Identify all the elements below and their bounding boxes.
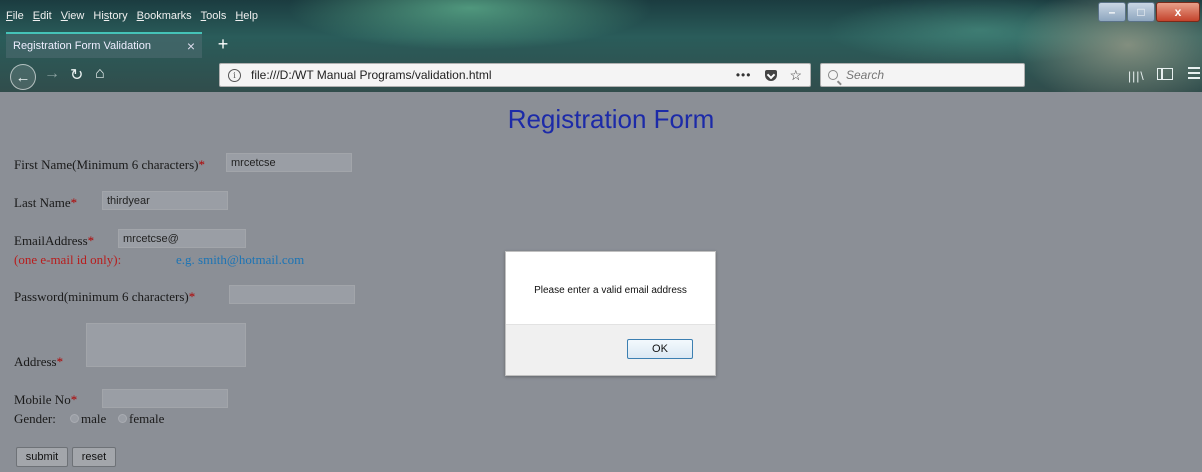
home-button[interactable]: ⌂ <box>95 65 105 83</box>
gender-male-label: male <box>81 411 107 426</box>
reset-button[interactable]: reset <box>72 447 116 467</box>
url-bar[interactable]: i file:///D:/WT Manual Programs/validati… <box>219 63 811 87</box>
email-hint-label: (one e-mail id only): <box>14 252 122 267</box>
email-input[interactable] <box>118 229 246 248</box>
page-actions-icon[interactable]: ••• <box>736 68 752 82</box>
url-actions: ••• ☆ <box>736 67 802 84</box>
browser-chrome: File Edit View History Bookmarks Tools H… <box>0 0 1202 92</box>
sidebar-icon[interactable] <box>1157 68 1173 80</box>
search-icon <box>828 70 838 80</box>
gender-label: Gender: <box>14 411 56 426</box>
menu-history[interactable]: History <box>93 10 127 22</box>
mobile-label: Mobile No* <box>14 392 78 407</box>
tab-strip: Registration Form Validation × + <box>0 32 1202 58</box>
gender-male-radio[interactable] <box>70 414 79 423</box>
page-title: Registration Form <box>507 104 715 134</box>
ok-button[interactable]: OK <box>627 339 693 359</box>
tab-close-icon[interactable]: × <box>180 38 202 54</box>
menu-tools[interactable]: Tools <box>201 10 227 22</box>
menu-bookmarks[interactable]: Bookmarks <box>137 10 192 22</box>
reload-button[interactable]: ↻ <box>70 65 83 85</box>
address-label: Address* <box>14 354 64 369</box>
alert-footer: OK <box>506 324 715 375</box>
menu-file[interactable]: File <box>6 10 24 22</box>
alert-message: Please enter a valid email address <box>534 285 687 296</box>
forward-button[interactable]: → <box>44 65 60 83</box>
new-tab-button[interactable]: + <box>212 34 234 55</box>
url-text[interactable]: file:///D:/WT Manual Programs/validation… <box>251 68 736 82</box>
tab-title: Registration Form Validation <box>13 40 151 52</box>
info-icon[interactable]: i <box>228 68 241 82</box>
gender-female-label: female <box>129 411 165 426</box>
email-example-text: e.g. smith@hotmail.com <box>176 252 305 267</box>
last-name-label: Last Name* <box>14 195 78 210</box>
password-input[interactable] <box>229 285 355 304</box>
pocket-icon[interactable] <box>765 69 778 81</box>
tab-registration-form[interactable]: Registration Form Validation × <box>6 32 202 58</box>
first-name-label: First Name(Minimum 6 characters)* <box>14 157 205 172</box>
first-name-input[interactable] <box>226 153 352 172</box>
back-button[interactable]: ← <box>10 64 36 90</box>
password-label: Password(minimum 6 characters)* <box>14 289 196 304</box>
gender-female-radio[interactable] <box>118 414 127 423</box>
minimize-button[interactable]: – <box>1098 2 1126 22</box>
menu-bar: File Edit View History Bookmarks Tools H… <box>0 0 267 32</box>
navigation-toolbar: ← → ↻ ⌂ i file:///D:/WT Manual Programs/… <box>0 60 1202 92</box>
bookmark-star-icon[interactable]: ☆ <box>789 67 802 84</box>
address-textarea[interactable] <box>86 323 246 367</box>
last-name-input[interactable] <box>102 191 228 210</box>
hamburger-menu-icon[interactable] <box>1188 67 1200 82</box>
email-label: EmailAddress* <box>14 233 95 248</box>
window-controls: – □ x <box>1097 2 1200 22</box>
maximize-button[interactable]: □ <box>1127 2 1155 22</box>
search-bar[interactable] <box>820 63 1025 87</box>
mobile-input[interactable] <box>102 389 228 408</box>
submit-button[interactable]: submit <box>16 447 68 467</box>
menu-help[interactable]: Help <box>235 10 258 22</box>
library-icon[interactable]: |||\ <box>1128 69 1145 83</box>
close-window-button[interactable]: x <box>1156 2 1200 22</box>
alert-dialog: Please enter a valid email address OK <box>505 251 716 376</box>
menu-edit[interactable]: Edit <box>33 10 52 22</box>
menu-view[interactable]: View <box>61 10 85 22</box>
search-input[interactable] <box>846 68 996 82</box>
